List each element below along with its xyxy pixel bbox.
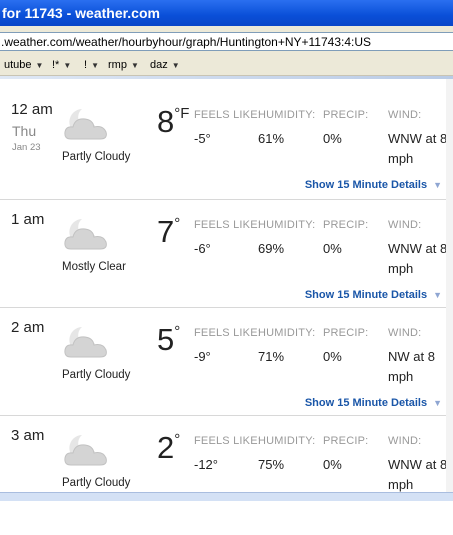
temperature-unit: ° [174,215,181,232]
bookmark-daz[interactable]: daz ▼ [150,56,180,75]
window-title: for 11743 - weather.com [2,5,160,21]
temperature-value: 2 [157,430,175,465]
precip-label: PRECIP: [323,327,369,339]
chevron-down-icon: ▼ [433,398,442,408]
window-title-bar: for 11743 - weather.com [0,0,453,26]
wind-value: WNW at 8 mph [388,131,448,166]
bookmark-bang-star[interactable]: !* ▼ [52,56,71,75]
temperature-unit: °F [174,105,190,122]
wind-label: WIND: [388,435,422,447]
humidity-label: HUMIDITY: [258,327,316,339]
humidity-value: 71% [258,349,285,364]
bookmark-label: ! [84,59,88,71]
precip-label: PRECIP: [323,109,369,121]
hour-row: 12 am Thu Jan 23 Partly Cloudy 8°F FEELS… [0,101,447,209]
row-divider [0,307,446,308]
hour-time: 3 am [11,427,45,444]
feels-like-label: FEELS LIKE: [194,435,262,447]
hour-row: 3 am Partly Cloudy 2° FEELS LIKE: -12° H… [0,427,447,535]
precip-label: PRECIP: [323,435,369,447]
dropdown-arrow-icon: ▼ [130,61,139,70]
hour-temperature: 8°F [157,105,189,139]
bookmark-label: utube [4,59,32,71]
chevron-down-icon: ▼ [433,290,442,300]
feels-like-value: -12° [194,457,218,472]
feels-like-label: FEELS LIKE: [194,109,262,121]
row-divider [0,415,446,416]
details-label: Show 15 Minute Details [304,179,428,191]
address-bar[interactable]: .weather.com/weather/hourbyhour/graph/Hu… [0,32,453,51]
partly-cloudy-icon [64,327,107,358]
chevron-down-icon: ▼ [433,180,442,190]
hour-condition: Partly Cloudy [62,369,131,381]
show-15-minute-details-link[interactable]: Show 15 Minute Details ▼ [305,179,442,191]
bookmark-bang[interactable]: ! ▼ [84,56,99,75]
hour-condition: Partly Cloudy [62,477,131,489]
bookmark-utube[interactable]: utube ▼ [4,56,43,75]
humidity-label: HUMIDITY: [258,219,316,231]
humidity-label: HUMIDITY: [258,109,316,121]
hour-time: 2 am [11,319,45,336]
wind-value: WNW at 8 mph [388,241,448,276]
bookmark-label: daz [150,59,168,71]
dropdown-arrow-icon: ▼ [63,61,72,70]
hour-row: 2 am Partly Cloudy 5° FEELS LIKE: -9° HU… [0,319,446,427]
wind-value: NW at 8 mph [388,349,435,384]
address-url: .weather.com/weather/hourbyhour/graph/Hu… [1,35,372,49]
hour-temperature: 7° [157,215,180,249]
wind-label: WIND: [388,219,422,231]
bookmark-label: !* [52,59,60,71]
feels-like-value: -9° [194,349,211,364]
hour-time: 1 am [11,211,45,228]
feels-like-value: -6° [194,241,211,256]
dropdown-arrow-icon: ▼ [35,61,44,70]
partly-cloudy-icon [64,435,107,466]
wind-label: WIND: [388,109,422,121]
details-label: Show 15 Minute Details [304,397,428,409]
show-15-minute-details-link[interactable]: Show 15 Minute Details ▼ [305,397,442,409]
bookmark-label: rmp [108,59,127,71]
temperature-unit: ° [174,431,181,448]
row-divider [0,199,446,200]
partly-cloudy-icon [64,109,107,140]
address-row: .weather.com/weather/hourbyhour/graph/Hu… [0,26,453,56]
precip-value: 0% [323,349,342,364]
hour-day: Thu [12,123,37,139]
bookmarks-bar: utube ▼ !* ▼ ! ▼ rmp ▼ daz ▼ [0,56,453,76]
wind-label: WIND: [388,327,422,339]
hour-condition: Partly Cloudy [62,151,131,163]
hour-temperature: 5° [157,323,180,357]
dropdown-arrow-icon: ▼ [171,61,180,70]
hour-row: 1 am Mostly Clear 7° FEELS LIKE: -6° HUM… [0,211,447,319]
precip-label: PRECIP: [323,219,369,231]
vertical-scrollbar[interactable] [446,79,453,500]
show-15-minute-details-link[interactable]: Show 15 Minute Details ▼ [305,289,442,301]
hour-temperature: 2° [157,431,180,465]
precip-value: 0% [323,131,342,146]
hour-time: 12 am [11,101,53,118]
feels-like-value: -5° [194,131,211,146]
temperature-value: 8 [157,104,175,139]
humidity-label: HUMIDITY: [258,435,316,447]
mostly-clear-icon [64,219,107,250]
bookmark-rmp[interactable]: rmp ▼ [108,56,139,75]
humidity-value: 61% [258,131,285,146]
hour-condition: Mostly Clear [62,261,126,273]
hour-date: Jan 23 [12,142,41,153]
feels-like-label: FEELS LIKE: [194,327,262,339]
wind-value: WNW at 8 mph [388,457,448,492]
humidity-value: 75% [258,457,285,472]
humidity-value: 69% [258,241,285,256]
feels-like-label: FEELS LIKE: [194,219,262,231]
temperature-unit: ° [174,323,181,340]
temperature-value: 7 [157,214,175,249]
precip-value: 0% [323,241,342,256]
details-label: Show 15 Minute Details [304,289,428,301]
temperature-value: 5 [157,322,175,357]
precip-value: 0% [323,457,342,472]
dropdown-arrow-icon: ▼ [91,61,99,70]
hourly-forecast-list: 12 am Thu Jan 23 Partly Cloudy 8°F FEELS… [0,79,447,500]
